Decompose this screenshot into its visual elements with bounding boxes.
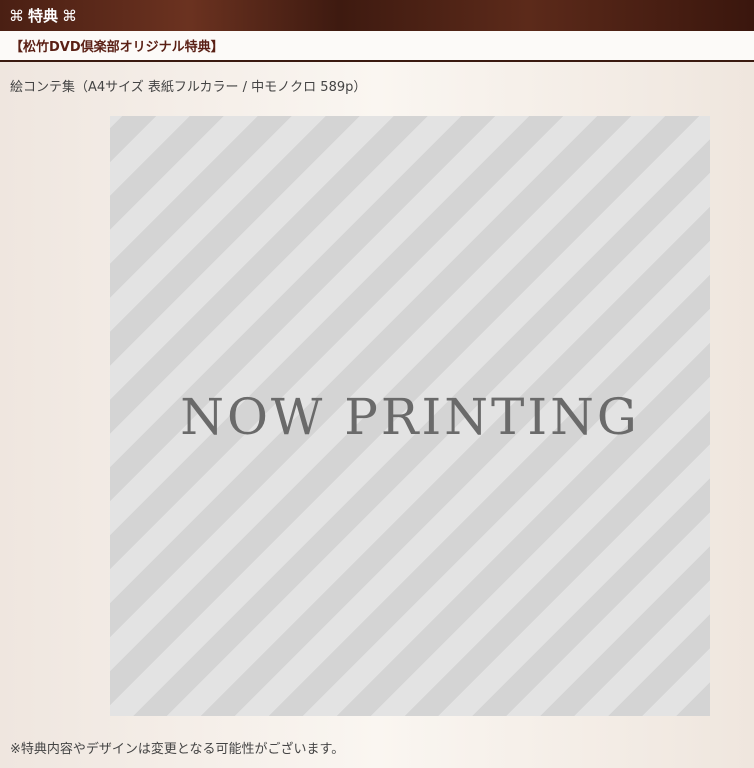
disclaimer-note: ※特典内容やデザインは変更となる可能性がございます。 [10, 742, 345, 757]
section-header: ⌘ 特典 ⌘ [0, 0, 754, 31]
command-icon: ⌘ [62, 6, 78, 25]
now-printing-label: NOW PRINTING [180, 388, 640, 446]
bonus-description: 絵コンテ集（A4サイズ 表紙フルカラー / 中モノクロ 589p） [10, 80, 367, 95]
bonus-subheading: 【松竹DVD倶楽部オリジナル特典】 [0, 31, 754, 62]
command-icon: ⌘ [9, 6, 24, 25]
bonus-subheading-text: 【松竹DVD倶楽部オリジナル特典】 [10, 40, 224, 55]
bonus-image-placeholder: NOW PRINTING [110, 116, 710, 716]
section-title: 特典 [28, 7, 59, 25]
